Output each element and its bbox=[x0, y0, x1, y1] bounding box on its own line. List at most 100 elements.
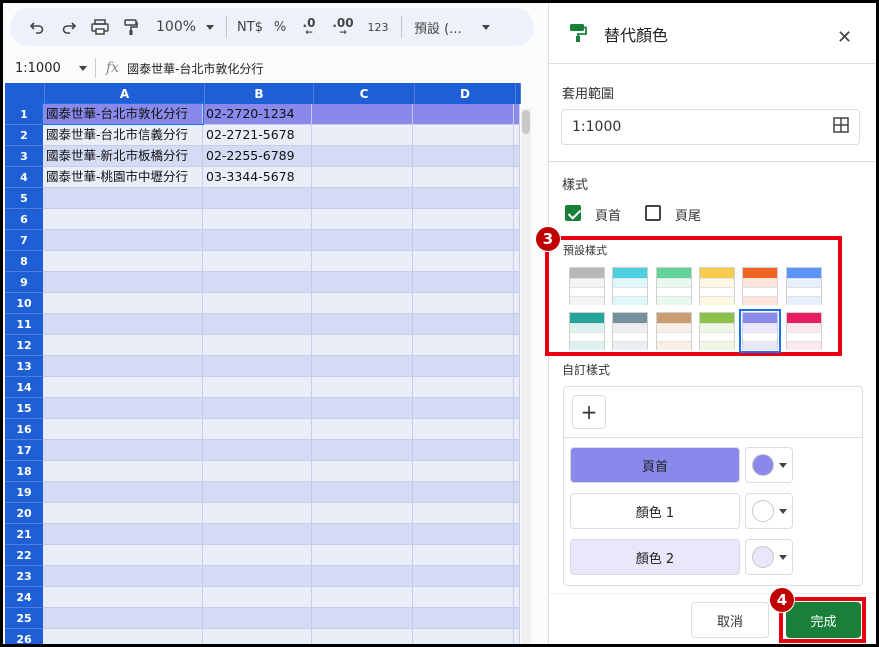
cell[interactable] bbox=[514, 335, 520, 355]
cell[interactable] bbox=[43, 587, 203, 607]
cell[interactable] bbox=[43, 629, 203, 644]
row-header[interactable]: 24 bbox=[5, 587, 43, 608]
font-select[interactable]: 預設 (... bbox=[408, 13, 496, 41]
cell[interactable] bbox=[312, 398, 413, 418]
row-header[interactable]: 15 bbox=[5, 398, 43, 419]
cell[interactable]: 國泰世華-桃園市中壢分行 bbox=[43, 167, 203, 187]
cell[interactable] bbox=[514, 524, 520, 544]
cell[interactable] bbox=[203, 188, 312, 208]
done-button[interactable]: 完成 bbox=[786, 602, 861, 638]
custom-header-color-button[interactable]: 頁首 bbox=[570, 447, 740, 483]
cell[interactable] bbox=[312, 629, 413, 644]
cell[interactable] bbox=[514, 272, 520, 292]
currency-format-button[interactable]: NT$ bbox=[233, 13, 267, 41]
cell[interactable] bbox=[203, 524, 312, 544]
row-header[interactable]: 9 bbox=[5, 272, 43, 293]
grid-select-icon[interactable] bbox=[833, 117, 849, 137]
preset-swatch[interactable] bbox=[569, 267, 605, 305]
cell[interactable] bbox=[312, 167, 413, 187]
preset-swatch[interactable] bbox=[612, 267, 649, 305]
cell[interactable] bbox=[203, 545, 312, 565]
cell[interactable] bbox=[312, 440, 413, 460]
paint-format-icon[interactable] bbox=[116, 13, 146, 41]
preset-swatch[interactable] bbox=[655, 267, 692, 305]
cell[interactable] bbox=[43, 188, 203, 208]
preset-swatch[interactable] bbox=[785, 312, 822, 350]
zoom-select[interactable]: 100% bbox=[150, 13, 220, 41]
cell[interactable] bbox=[413, 629, 514, 644]
cell[interactable] bbox=[514, 419, 520, 439]
preset-swatch[interactable] bbox=[569, 312, 605, 350]
cell[interactable] bbox=[43, 293, 203, 313]
preset-swatch[interactable] bbox=[698, 312, 735, 350]
cell[interactable] bbox=[514, 314, 520, 334]
cell[interactable] bbox=[203, 251, 312, 271]
cell[interactable] bbox=[312, 188, 413, 208]
cell[interactable] bbox=[413, 482, 514, 502]
row-header[interactable]: 11 bbox=[5, 314, 43, 335]
header-checkbox[interactable] bbox=[565, 205, 581, 221]
cell[interactable] bbox=[312, 209, 413, 229]
cell[interactable] bbox=[514, 503, 520, 523]
cell[interactable] bbox=[413, 545, 514, 565]
custom-color1-button[interactable]: 顏色 1 bbox=[570, 493, 740, 529]
cell[interactable] bbox=[413, 419, 514, 439]
cell[interactable] bbox=[514, 230, 520, 250]
cell[interactable] bbox=[203, 398, 312, 418]
preset-swatch[interactable] bbox=[739, 309, 782, 353]
cell[interactable] bbox=[203, 566, 312, 586]
row-header[interactable]: 20 bbox=[5, 503, 43, 524]
row-header[interactable]: 7 bbox=[5, 230, 43, 251]
color1-picker[interactable] bbox=[745, 493, 793, 529]
cell[interactable] bbox=[203, 377, 312, 397]
cell[interactable] bbox=[43, 482, 203, 502]
cell[interactable] bbox=[413, 503, 514, 523]
cell[interactable] bbox=[413, 230, 514, 250]
cell[interactable] bbox=[413, 272, 514, 292]
cell[interactable] bbox=[203, 272, 312, 292]
cell[interactable] bbox=[514, 104, 520, 124]
cell[interactable] bbox=[203, 419, 312, 439]
cell[interactable] bbox=[413, 398, 514, 418]
cell[interactable]: 國泰世華-新北市板橋分行 bbox=[43, 146, 203, 166]
cell[interactable] bbox=[413, 104, 514, 124]
row-header[interactable]: 5 bbox=[5, 188, 43, 209]
cell[interactable] bbox=[514, 209, 520, 229]
cell[interactable]: 國泰世華-台北市敦化分行 bbox=[42, 103, 204, 125]
cell[interactable] bbox=[413, 167, 514, 187]
percent-format-button[interactable]: % bbox=[267, 13, 293, 41]
scrollbar-thumb[interactable] bbox=[522, 110, 530, 134]
cell[interactable] bbox=[203, 503, 312, 523]
cell[interactable] bbox=[43, 230, 203, 250]
row-header[interactable]: 10 bbox=[5, 293, 43, 314]
row-header[interactable]: 12 bbox=[5, 335, 43, 356]
cell[interactable] bbox=[413, 608, 514, 628]
row-header[interactable]: 3 bbox=[5, 146, 43, 167]
color2-picker[interactable] bbox=[745, 539, 793, 575]
cell[interactable] bbox=[43, 608, 203, 628]
cell[interactable]: 02-2255-6789 bbox=[203, 146, 312, 166]
cell[interactable] bbox=[43, 335, 203, 355]
cell[interactable] bbox=[413, 125, 514, 145]
cell[interactable] bbox=[43, 356, 203, 376]
cell[interactable] bbox=[312, 146, 413, 166]
cell[interactable] bbox=[312, 125, 413, 145]
preset-swatch[interactable] bbox=[785, 267, 822, 305]
cell[interactable] bbox=[312, 524, 413, 544]
cell[interactable] bbox=[312, 335, 413, 355]
redo-icon[interactable] bbox=[54, 13, 84, 41]
cell[interactable] bbox=[413, 377, 514, 397]
cell[interactable] bbox=[514, 356, 520, 376]
cell[interactable] bbox=[514, 587, 520, 607]
vertical-scrollbar[interactable] bbox=[521, 108, 531, 644]
cell[interactable]: 國泰世華-台北市信義分行 bbox=[43, 125, 203, 145]
cell[interactable] bbox=[413, 461, 514, 481]
cell[interactable] bbox=[514, 377, 520, 397]
row-header[interactable]: 25 bbox=[5, 608, 43, 629]
cell[interactable] bbox=[43, 566, 203, 586]
cell[interactable] bbox=[413, 440, 514, 460]
row-header[interactable]: 4 bbox=[5, 167, 43, 188]
cell[interactable] bbox=[514, 251, 520, 271]
cell[interactable] bbox=[43, 377, 203, 397]
cell[interactable] bbox=[312, 608, 413, 628]
